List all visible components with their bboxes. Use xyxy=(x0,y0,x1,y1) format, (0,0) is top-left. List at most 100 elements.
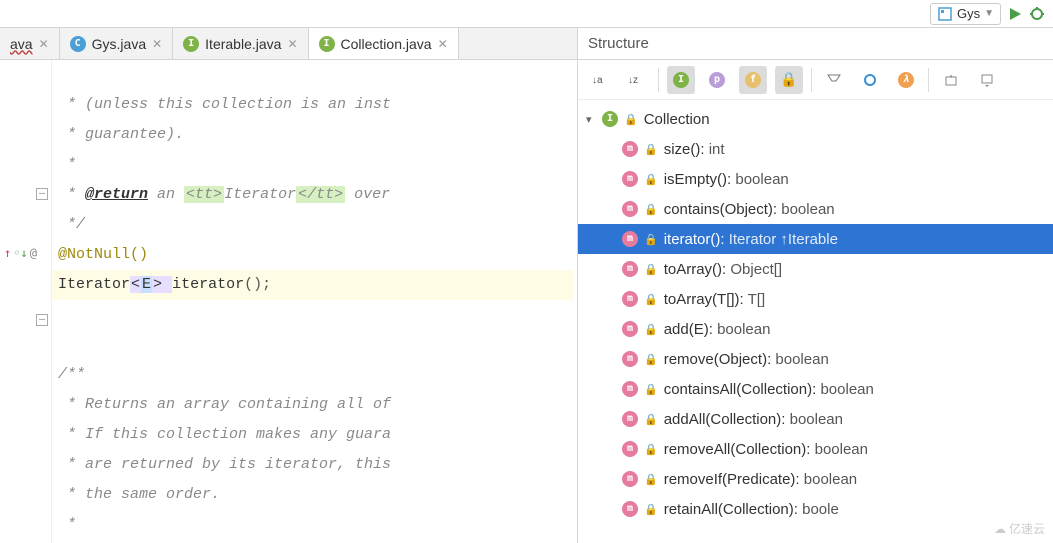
lock-icon: 🔒 xyxy=(644,293,658,306)
fold-icon[interactable]: – xyxy=(36,314,48,326)
lock-icon: 🔒 xyxy=(644,353,658,366)
show-properties-icon[interactable]: p xyxy=(703,66,731,94)
tab-label: Collection.java xyxy=(341,36,432,52)
lock-icon: 🔒 xyxy=(644,143,658,156)
lock-icon: 🔒 xyxy=(644,173,658,186)
show-nonpublic-icon[interactable]: 🔒 xyxy=(775,66,803,94)
class-icon: C xyxy=(70,36,86,52)
member-sig: isEmpty(): boolean xyxy=(664,171,789,188)
method-icon: m xyxy=(622,351,638,367)
run-button[interactable] xyxy=(1007,6,1023,22)
tab-gys[interactable]: C Gys.java ✕ xyxy=(60,28,174,59)
member-sig: removeIf(Predicate): boolean xyxy=(664,471,857,488)
tree-member[interactable]: m🔒contains(Object): boolean xyxy=(578,194,1053,224)
member-sig: size(): int xyxy=(664,141,725,158)
structure-title: Structure xyxy=(578,28,1053,60)
method-icon: m xyxy=(622,441,638,457)
lock-icon: 🔒 xyxy=(624,113,638,126)
tree-member[interactable]: m 🔒 addAll(Collection): boolean xyxy=(578,404,1053,434)
tree-member[interactable]: m🔒toArray(): Object[] xyxy=(578,254,1053,284)
member-sig: remove(Object): boolean xyxy=(664,351,829,368)
member-sig: toArray(T[]): T[] xyxy=(664,291,765,308)
lock-icon: 🔒 xyxy=(644,443,658,456)
method-icon: m xyxy=(622,291,638,307)
member-sig: addAll(Collection): boolean xyxy=(664,411,843,428)
close-icon[interactable]: ✕ xyxy=(438,37,448,51)
tree-root[interactable]: ▾ I 🔒 Collection xyxy=(578,104,1053,134)
tab-collection[interactable]: I Collection.java ✕ xyxy=(309,28,459,59)
autoscroll-to-source-icon[interactable] xyxy=(937,66,965,94)
sort-visibility-icon[interactable]: ↓z xyxy=(622,66,650,94)
show-anonymous-icon[interactable]: λ xyxy=(892,66,920,94)
lock-icon: 🔒 xyxy=(644,383,658,396)
show-inherited-icon[interactable] xyxy=(856,66,884,94)
editor-gutter: – ↑◦↓@ – xyxy=(0,60,52,543)
interface-icon: I xyxy=(602,111,618,127)
autoscroll-from-source-icon[interactable] xyxy=(973,66,1001,94)
tree-root-label: Collection xyxy=(644,111,710,128)
code-content: * (unless this collection is an inst * g… xyxy=(52,60,577,543)
tab-jpa[interactable]: ava ✕ xyxy=(0,28,60,59)
method-icon: m xyxy=(622,411,638,427)
interface-icon: I xyxy=(183,36,199,52)
method-icon: m xyxy=(622,471,638,487)
structure-tree[interactable]: ▾ I 🔒 Collection m 🔒 size(): int m 🔒 isEmpty(… xyxy=(578,100,1053,543)
member-sig: iterator(): Iterator ↑Iterable xyxy=(664,231,838,248)
show-interfaces-icon[interactable]: I xyxy=(667,66,695,94)
tree-member[interactable]: m 🔒 isEmpty(): boolean xyxy=(578,164,1053,194)
filter-icon[interactable] xyxy=(820,66,848,94)
lock-icon: 🔒 xyxy=(644,323,658,336)
tree-member[interactable]: m 🔒 toArray(T[]): T[] xyxy=(578,284,1053,314)
editor-tabs: ava ✕ C Gys.java ✕ I Iterable.java ✕ I Collect… xyxy=(0,28,577,60)
interface-icon: I xyxy=(319,36,335,52)
close-icon[interactable]: ✕ xyxy=(39,37,49,51)
member-sig: toArray(): Object[] xyxy=(664,261,782,278)
svg-text:↓z: ↓z xyxy=(628,75,638,86)
sort-alpha-icon[interactable]: ↓a xyxy=(586,66,614,94)
main-toolbar: Gys ▼ xyxy=(0,0,1053,28)
tree-member[interactable]: m 🔒 iterator(): Iterator ↑Iterable xyxy=(578,224,1053,254)
run-config-selector[interactable]: Gys ▼ xyxy=(930,3,1001,25)
tab-label: ava xyxy=(10,36,33,52)
show-fields-icon[interactable]: f xyxy=(739,66,767,94)
fold-icon[interactable]: – xyxy=(36,188,48,200)
chevron-down-icon: ▼ xyxy=(984,8,994,19)
close-icon[interactable]: ✕ xyxy=(152,37,162,51)
debug-button[interactable] xyxy=(1029,6,1045,22)
method-icon: m xyxy=(622,501,638,517)
override-marker[interactable]: ↑◦↓@ xyxy=(4,246,37,260)
watermark: ☁亿速云 xyxy=(994,520,1045,537)
close-icon[interactable]: ✕ xyxy=(287,37,297,51)
chevron-down-icon[interactable]: ▾ xyxy=(586,113,596,126)
lock-icon: 🔒 xyxy=(644,503,658,516)
tree-member[interactable]: m🔒removeIf(Predicate): boolean xyxy=(578,464,1053,494)
tree-member[interactable]: m 🔒 remove(Object): boolean xyxy=(578,344,1053,374)
tab-iterable[interactable]: I Iterable.java ✕ xyxy=(173,28,308,59)
tree-member[interactable]: m 🔒 add(E): boolean xyxy=(578,314,1053,344)
code-editor[interactable]: – ↑◦↓@ – * (unless this collection is an… xyxy=(0,60,577,543)
structure-panel: Structure ↓a ↓z I p f 🔒 λ ▾ I 🔒 Collecti… xyxy=(578,28,1053,543)
tree-member[interactable]: m 🔒 containsAll(Collection): boolean xyxy=(578,374,1053,404)
tree-member[interactable]: m 🔒 size(): int xyxy=(578,134,1053,164)
method-icon: m xyxy=(622,171,638,187)
method-icon: m xyxy=(622,141,638,157)
method-icon: m xyxy=(622,201,638,217)
method-icon: m xyxy=(622,231,638,247)
tab-label: Gys.java xyxy=(92,36,146,52)
tree-member[interactable]: m🔒removeAll(Collection): boolean xyxy=(578,434,1053,464)
tree-member[interactable]: m 🔒 retainAll(Collection): boole xyxy=(578,494,1053,524)
lock-icon: 🔒 xyxy=(644,413,658,426)
member-sig: containsAll(Collection): boolean xyxy=(664,381,874,398)
application-icon xyxy=(937,6,953,22)
method-icon: m xyxy=(622,381,638,397)
lock-icon: 🔒 xyxy=(644,233,658,246)
lock-icon: 🔒 xyxy=(644,263,658,276)
structure-toolbar: ↓a ↓z I p f 🔒 λ xyxy=(578,60,1053,100)
lock-icon: 🔒 xyxy=(644,203,658,216)
member-sig: add(E): boolean xyxy=(664,321,771,338)
tab-label: Iterable.java xyxy=(205,36,281,52)
method-icon: m xyxy=(622,321,638,337)
run-config-name: Gys xyxy=(957,6,980,21)
svg-text:↓a: ↓a xyxy=(592,75,603,86)
member-sig: retainAll(Collection): boole xyxy=(664,501,839,518)
